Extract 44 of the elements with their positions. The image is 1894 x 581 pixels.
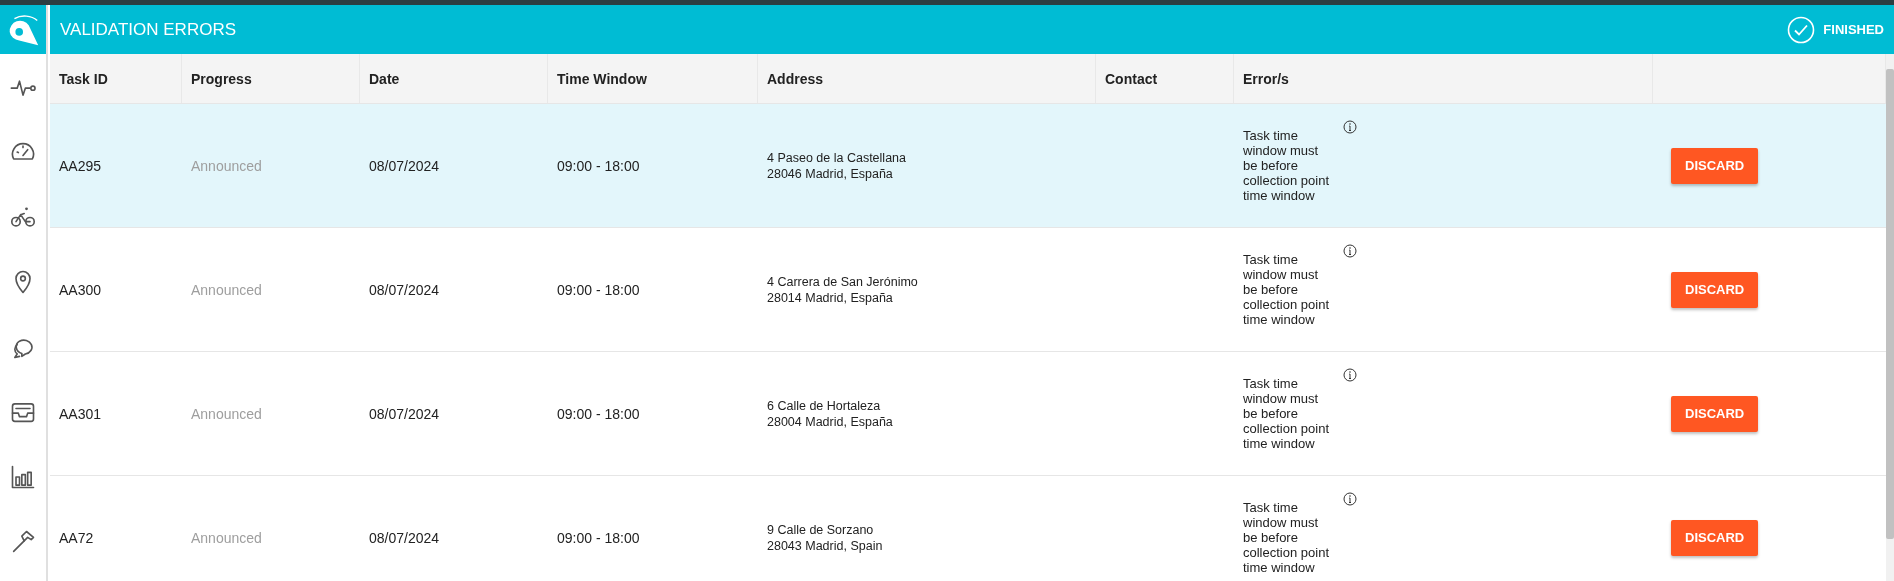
address-line: 28014 Madrid, España [767,289,893,306]
date-cell: 08/07/2024 [369,405,440,422]
column-header: Task ID [59,70,108,87]
time-window: 09:00 - 18:00 [557,529,640,546]
task-id: AA301 [59,405,102,422]
address-line: 4 Paseo de la Castellana [767,149,906,166]
info-icon[interactable] [1343,244,1357,258]
error-message: Task time window must be before collection point time window [1243,252,1330,327]
info-icon[interactable] [1343,492,1357,506]
info-icon[interactable] [1343,120,1357,134]
column-header: Contact [1105,70,1158,87]
progress-status: Announced [191,529,262,546]
date-cell: 08/07/2024 [369,157,440,174]
address-line: 6 Calle de Hortaleza [767,397,881,414]
page-title: VALIDATION ERRORS [60,19,236,40]
check-circle-icon [1787,15,1816,44]
time-window: 09:00 - 18:00 [557,281,640,298]
progress-status: Announced [191,157,262,174]
date-cell: 08/07/2024 [369,281,440,298]
time-window: 09:00 - 18:00 [557,405,640,422]
error-message: Task time window must be before collection point time window [1243,500,1330,575]
task-id: AA295 [59,157,102,174]
table-row[interactable]: AA295 Announced 08/07/2024 09:00 - 18:00 4 Paseo de la Castellana 28046 Madrid, España Task time window must be before collection point time window DISCARD [50,104,1886,228]
column-header: Error/s [1243,70,1289,87]
column-header: Progress [191,70,252,87]
column-header: Date [369,70,400,87]
status-label: FINISHED [1823,22,1884,37]
error-message: Task time window must be before collection point time window [1243,128,1330,203]
address-line: 28043 Madrid, Spain [767,537,883,554]
address-line: 4 Carrera de San Jerónimo [767,273,918,290]
task-id: AA300 [59,281,102,298]
scrollbar[interactable] [1886,54,1894,581]
task-id: AA72 [59,529,94,546]
address-line: 28046 Madrid, España [767,165,893,182]
progress-status: Announced [191,281,262,298]
column-header: Time Window [557,70,647,87]
address-line: 9 Calle de Sorzano [767,521,874,538]
info-icon[interactable] [1343,368,1357,382]
address-line: 28004 Madrid, España [767,413,893,430]
error-message: Task time window must be before collection point time window [1243,376,1330,451]
column-header: Address [767,70,824,87]
progress-status: Announced [191,405,262,422]
date-cell: 08/07/2024 [369,529,440,546]
time-window: 09:00 - 18:00 [557,157,640,174]
